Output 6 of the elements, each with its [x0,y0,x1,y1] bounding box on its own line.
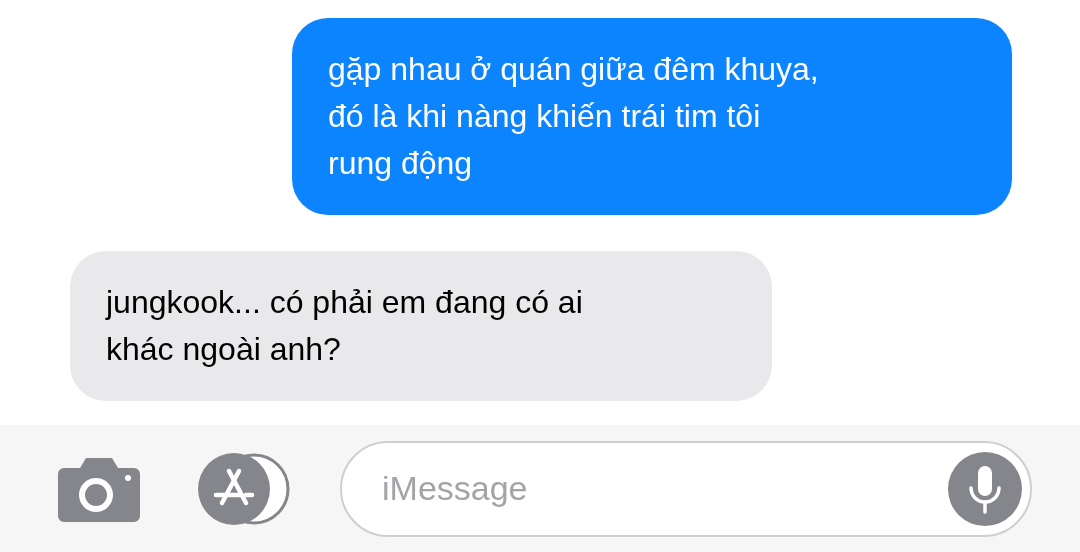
sent-message: gặp nhau ở quán giữa đêm khuya, đó là khi nàng khiến trái tim tôi rung động [292,18,1012,215]
microphone-icon[interactable] [948,451,1022,526]
message-field[interactable]: iMessage [340,440,1032,537]
app-store-icon[interactable] [198,452,292,525]
camera-icon[interactable] [58,455,140,522]
received-message: jungkook... có phải em đang có ai khác ngoài anh? [70,251,772,401]
